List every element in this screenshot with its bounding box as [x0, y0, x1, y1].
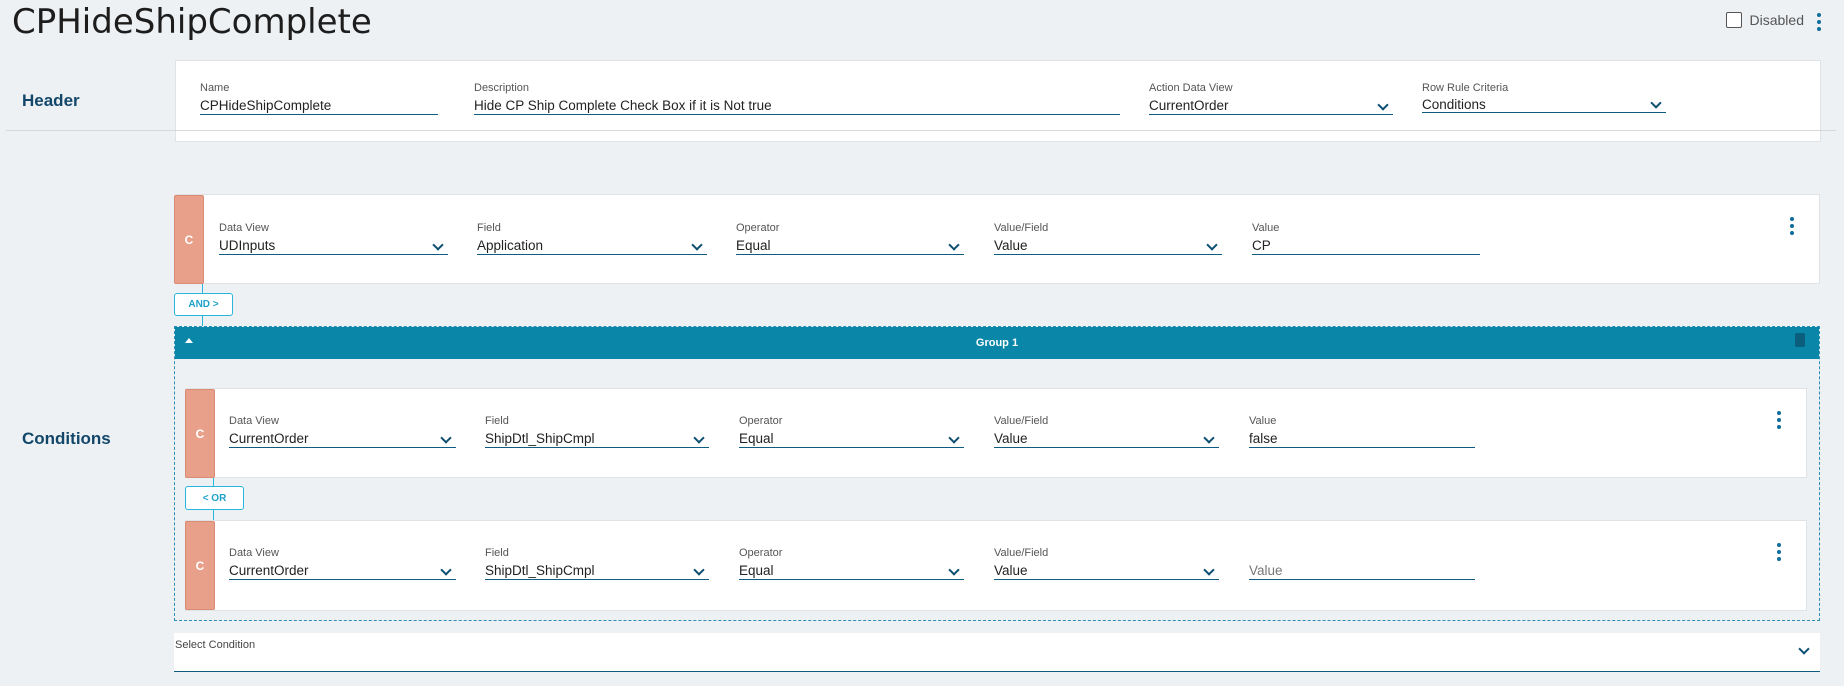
field-select[interactable]: Field ShipDtl_ShipCmpl	[485, 547, 709, 580]
conditions-section-label: Conditions	[22, 429, 111, 448]
page-title: CPHideShipComplete	[12, 2, 372, 42]
data-view-select[interactable]: Data View CurrentOrder	[229, 415, 456, 448]
operator-select[interactable]: Operator Equal	[739, 415, 964, 448]
connector-line	[202, 316, 203, 326]
or-button[interactable]: < OR	[185, 486, 244, 510]
field-label: Field	[485, 547, 509, 559]
description-input[interactable]: Hide CP Ship Complete Check Box if it is…	[474, 96, 1120, 115]
condition-row: Data View CurrentOrder Field ShipDtl_Shi…	[185, 388, 1807, 478]
field-select[interactable]: Field ShipDtl_ShipCmpl	[485, 415, 709, 448]
name-field-label: Name	[200, 82, 230, 94]
operator-value: Equal	[736, 236, 964, 255]
group-header[interactable]: Group 1	[175, 327, 1819, 359]
value-input[interactable]: CP	[1252, 236, 1480, 255]
value-label	[1249, 547, 1475, 561]
value-label: Value	[1249, 415, 1277, 427]
data-view-value: UDInputs	[219, 236, 448, 255]
operator-label: Operator	[736, 222, 780, 234]
disabled-toggle[interactable]: Disabled	[1725, 12, 1804, 28]
data-view-label: Data View	[229, 547, 279, 559]
field-label: Field	[485, 415, 509, 427]
disabled-label: Disabled	[1749, 12, 1804, 28]
condition-badge: C	[185, 389, 215, 478]
value-field-select[interactable]: Value/Field Value	[994, 222, 1222, 255]
field-label: Field	[477, 222, 501, 234]
data-view-select[interactable]: Data View CurrentOrder	[229, 547, 456, 580]
row-more-vert-icon[interactable]	[1774, 411, 1784, 429]
chevron-down-icon	[1798, 643, 1810, 655]
group-title: Group 1	[975, 337, 1019, 349]
action-data-view-label: Action Data View	[1149, 82, 1233, 94]
name-input[interactable]: CPHideShipComplete	[200, 96, 438, 115]
value-field-value: Value	[994, 236, 1222, 255]
condition-row: Data View UDInputs Field Application Ope…	[175, 194, 1820, 284]
value-field-select[interactable]: Value/Field Value	[994, 415, 1219, 448]
value-input-field[interactable]: Value CP	[1252, 222, 1480, 255]
description-field[interactable]: Description Hide CP Ship Complete Check …	[474, 82, 1120, 115]
and-button[interactable]: AND >	[174, 293, 233, 316]
field-select[interactable]: Field Application	[477, 222, 707, 255]
field-value: ShipDtl_ShipCmpl	[485, 429, 709, 448]
select-condition-dropdown[interactable]: Select Condition	[174, 633, 1820, 672]
value-input-field[interactable]: Value false	[1249, 415, 1475, 448]
value-field-select[interactable]: Value/Field Value	[994, 547, 1219, 580]
operator-value: Equal	[739, 561, 964, 580]
row-rule-criteria-label: Row Rule Criteria	[1422, 82, 1509, 94]
value-field-label: Value/Field	[994, 547, 1049, 559]
row-rule-criteria-value: Conditions	[1422, 96, 1666, 113]
select-condition-label: Select Condition	[175, 639, 256, 651]
condition-row: Data View CurrentOrder Field ShipDtl_Shi…	[185, 520, 1807, 611]
condition-badge: C	[174, 195, 204, 284]
operator-label: Operator	[739, 415, 783, 427]
chevron-up-icon[interactable]	[185, 338, 193, 343]
field-value: ShipDtl_ShipCmpl	[485, 561, 709, 580]
operator-value: Equal	[739, 429, 964, 448]
data-view-value: CurrentOrder	[229, 429, 456, 448]
action-data-view-value: CurrentOrder	[1149, 96, 1393, 115]
value-field-label: Value/Field	[994, 222, 1049, 234]
name-field[interactable]: Name CPHideShipComplete	[200, 82, 438, 115]
value-label: Value	[1252, 222, 1280, 234]
section-divider	[6, 130, 1836, 131]
data-view-label: Data View	[219, 222, 269, 234]
data-view-value: CurrentOrder	[229, 561, 456, 580]
row-rule-criteria-select[interactable]: Row Rule Criteria Conditions	[1422, 82, 1666, 113]
value-field-label: Value/Field	[994, 415, 1049, 427]
value-field-value: Value	[994, 561, 1219, 580]
value-input-field[interactable]: Value	[1249, 547, 1475, 580]
description-field-label: Description	[474, 82, 530, 94]
operator-select[interactable]: Operator Equal	[739, 547, 964, 580]
data-view-select[interactable]: Data View UDInputs	[219, 222, 448, 255]
row-more-vert-icon[interactable]	[1774, 543, 1784, 561]
operator-label: Operator	[739, 547, 783, 559]
value-field-value: Value	[994, 429, 1219, 448]
value-input[interactable]: Value	[1249, 561, 1475, 580]
row-more-vert-icon[interactable]	[1787, 217, 1797, 235]
disabled-checkbox[interactable]	[1725, 12, 1742, 28]
condition-badge: C	[185, 521, 215, 610]
field-value: Application	[477, 236, 707, 255]
data-view-label: Data View	[229, 415, 279, 427]
action-data-view-select[interactable]: Action Data View CurrentOrder	[1149, 82, 1393, 115]
page-more-vert-icon[interactable]	[1814, 13, 1824, 31]
operator-select[interactable]: Operator Equal	[736, 222, 964, 255]
trash-icon[interactable]	[1795, 333, 1805, 347]
header-section-label: Header	[22, 91, 80, 110]
value-input[interactable]: false	[1249, 429, 1475, 448]
connector-line	[213, 510, 214, 520]
